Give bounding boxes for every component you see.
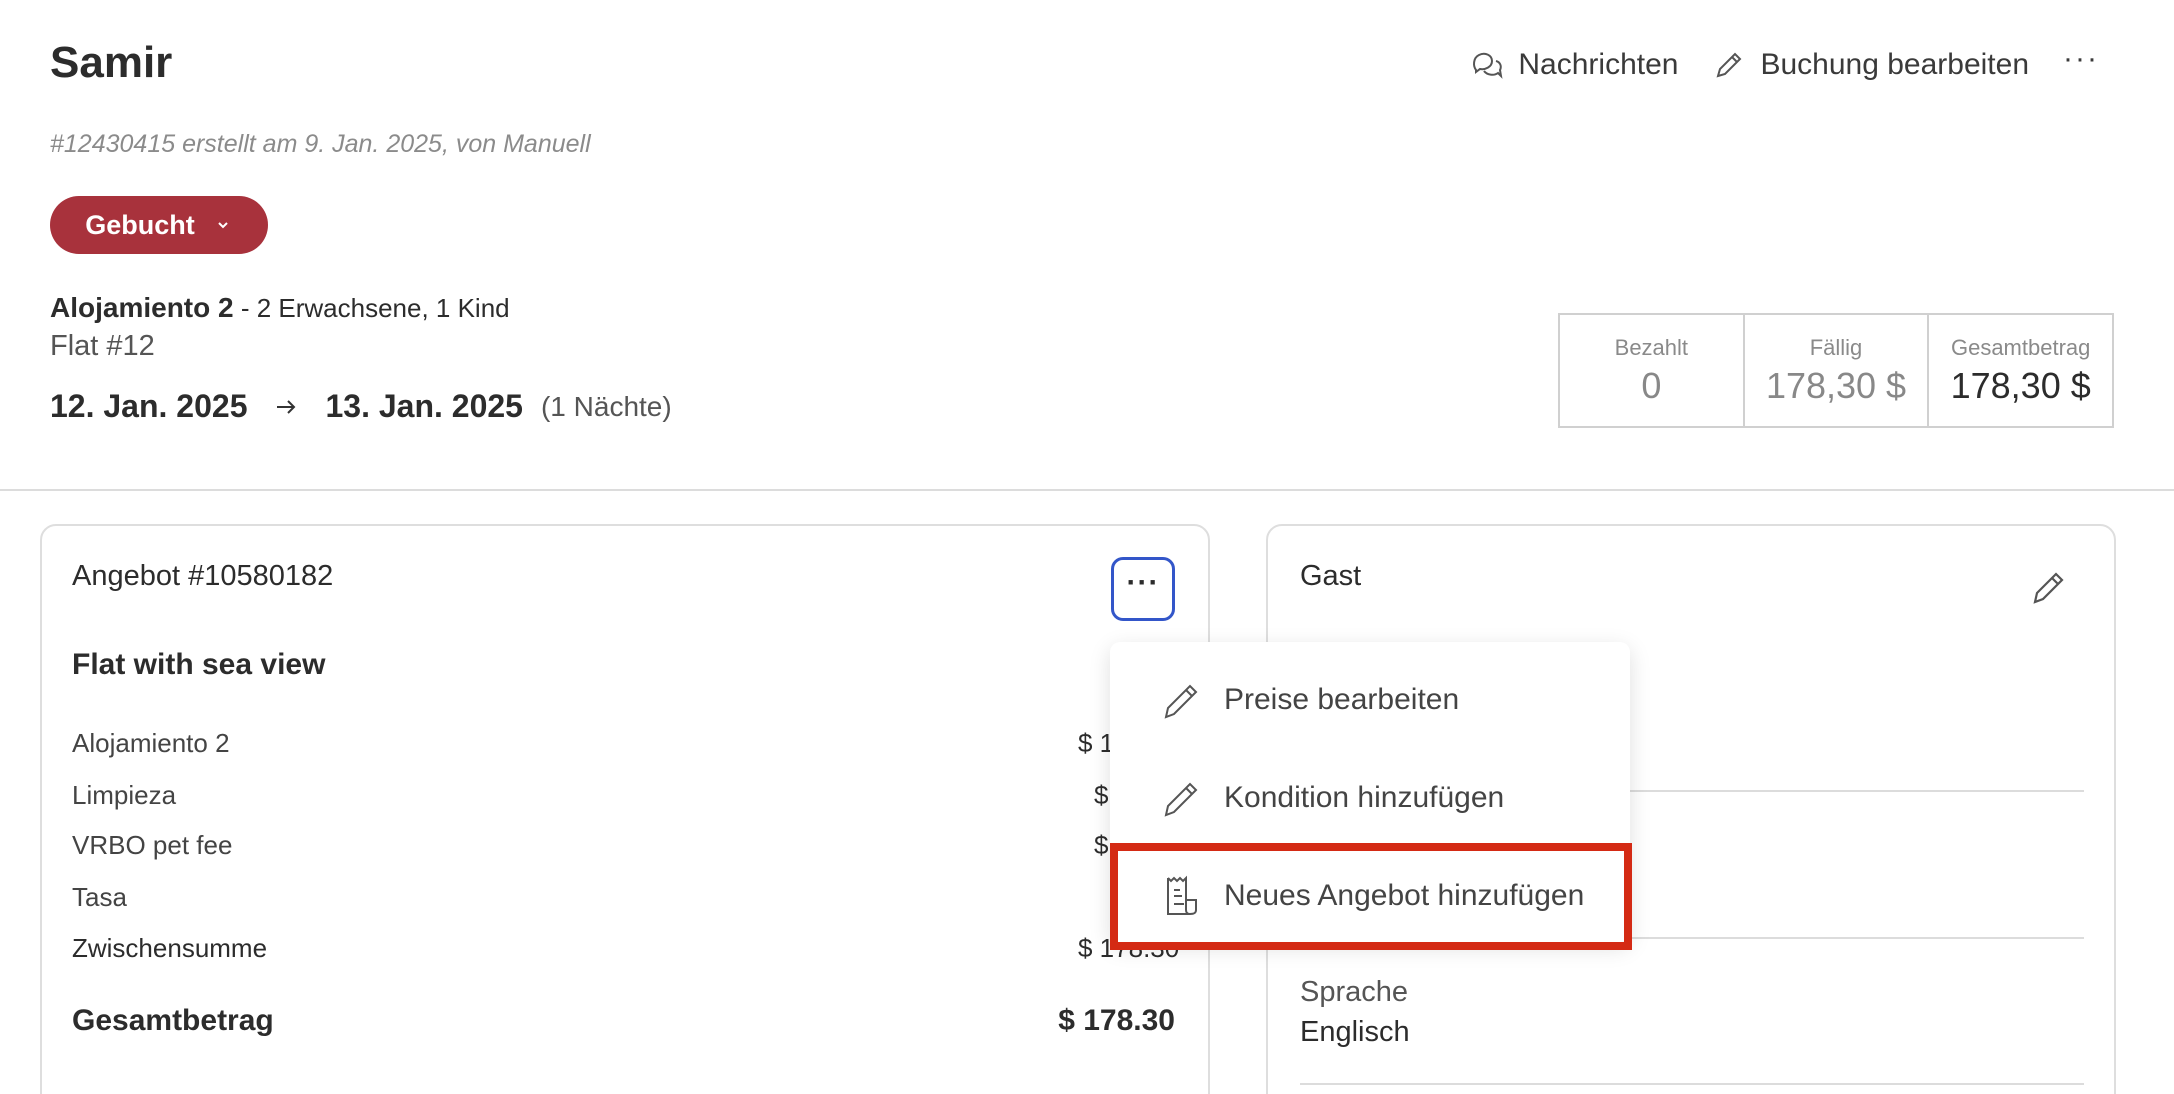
- pencil-icon: [1164, 684, 1198, 719]
- receipt-icon: [1167, 875, 1197, 916]
- section-divider: [0, 489, 2174, 491]
- paid-label: Bezahlt: [1614, 334, 1689, 360]
- check-out-date: 13. Jan. 2025: [325, 388, 523, 424]
- line-value: $: [1094, 780, 1109, 810]
- status-label: Gebucht: [85, 209, 195, 240]
- menu-item-label: Neues Angebot hinzufügen: [1224, 879, 1585, 912]
- guest-count: - 2 Erwachsene, 1 Kind: [233, 293, 510, 323]
- line-label: Zwischensumme: [72, 933, 268, 963]
- line-label: Tasa: [72, 882, 127, 912]
- messages-label: Nachrichten: [1518, 48, 1679, 81]
- menu-item-label: Preise bearbeiten: [1224, 683, 1460, 716]
- offer-total-label: Gesamtbetrag: [72, 1004, 274, 1037]
- paid-value: 0: [1641, 364, 1662, 406]
- nights-count: (1 Nächte): [540, 390, 672, 422]
- due-label: Fällig: [1809, 334, 1863, 360]
- more-dots-icon: ···: [1126, 566, 1160, 599]
- total-cell: Gesamtbetrag 178,30 $: [1929, 315, 2112, 426]
- menu-item-edit-prices[interactable]: Preise bearbeiten: [1110, 651, 1630, 749]
- line-label: Alojamiento 2: [72, 728, 230, 758]
- offer-name: Flat with sea view: [72, 648, 326, 681]
- guest-title: Gast: [1300, 560, 1362, 592]
- messages-button[interactable]: Nachrichten: [1470, 48, 1678, 82]
- offer-total-value: $ 178.30: [1058, 1004, 1175, 1037]
- pencil-icon: [1716, 52, 1742, 78]
- language-label: Sprache: [1300, 976, 1409, 1008]
- chat-bubbles-icon: [1473, 52, 1503, 79]
- due-cell: Fällig 178,30 $: [1745, 315, 1930, 426]
- offer-title: Angebot #10580182: [72, 560, 334, 592]
- unit-name: Alojamiento 2: [50, 292, 234, 323]
- payment-summary: Bezahlt 0 Fällig 178,30 $ Gesamtbetrag 1…: [1558, 313, 2114, 428]
- flat-name: Flat #12: [50, 330, 155, 362]
- offer-more-button[interactable]: ···: [1111, 557, 1175, 621]
- line-value: $: [1094, 830, 1109, 860]
- edit-booking-button[interactable]: Buchung bearbeiten: [1712, 48, 2029, 82]
- language-value: Englisch: [1300, 1016, 1410, 1048]
- paid-cell: Bezahlt 0: [1560, 315, 1745, 426]
- total-value: 178,30 $: [1950, 364, 2091, 406]
- edit-guest-pencil-icon[interactable]: [2028, 566, 2070, 608]
- edit-booking-label: Buchung bearbeiten: [1760, 48, 2030, 81]
- menu-item-add-condition[interactable]: Kondition hinzufügen: [1110, 749, 1630, 847]
- header-more-button[interactable]: ···: [2063, 44, 2099, 86]
- pencil-icon: [1164, 782, 1198, 817]
- line-label: VRBO pet fee: [72, 830, 233, 860]
- status-dropdown[interactable]: Gebucht: [50, 196, 268, 254]
- offer-actions-menu: Preise bearbeiten Kondition hinzufügen N…: [1110, 642, 1630, 942]
- page-title: Samir: [50, 38, 173, 87]
- line-label: Limpieza: [72, 780, 177, 810]
- menu-item-add-offer[interactable]: Neues Angebot hinzufügen: [1110, 847, 1630, 945]
- arrow-right-icon: [277, 399, 296, 414]
- header-actions: Nachrichten Buchung bearbeiten ···: [1470, 44, 2099, 86]
- check-in-date: 12. Jan. 2025: [50, 388, 248, 424]
- due-value: 178,30 $: [1765, 364, 1907, 406]
- date-range: 12. Jan. 2025 13. Jan. 2025 (1 Nächte): [50, 388, 672, 425]
- line-value: $ 1: [1078, 728, 1115, 758]
- booking-meta: #12430415 erstellt am 9. Jan. 2025, von …: [50, 130, 591, 158]
- guest-divider: [1300, 1083, 2084, 1085]
- total-label: Gesamtbetrag: [1950, 334, 2091, 360]
- chevron-down-icon: [218, 222, 228, 229]
- menu-item-label: Kondition hinzufügen: [1224, 781, 1505, 814]
- unit-line: Alojamiento 2 - 2 Erwachsene, 1 Kind: [50, 292, 510, 324]
